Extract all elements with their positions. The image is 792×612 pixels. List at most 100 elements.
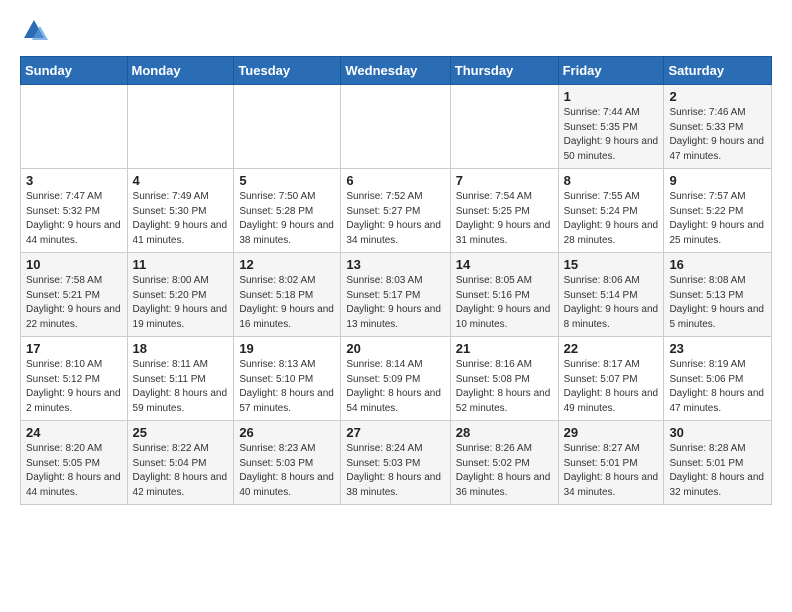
calendar-cell: 7 Sunrise: 7:54 AM Sunset: 5:25 PM Daylig… bbox=[450, 169, 558, 253]
weekday-header-saturday: Saturday bbox=[664, 57, 772, 85]
day-info: Sunrise: 8:10 AM Sunset: 5:12 PM Dayligh… bbox=[26, 358, 122, 416]
weekday-header-sunday: Sunday bbox=[21, 57, 128, 85]
day-number: 28 bbox=[456, 425, 553, 440]
day-number: 22 bbox=[564, 341, 659, 356]
day-number: 7 bbox=[456, 173, 553, 188]
day-number: 8 bbox=[564, 173, 659, 188]
day-info: Sunrise: 7:58 AM Sunset: 5:21 PM Dayligh… bbox=[26, 274, 122, 332]
day-number: 23 bbox=[669, 341, 766, 356]
day-info: Sunrise: 8:13 AM Sunset: 5:10 PM Dayligh… bbox=[239, 358, 335, 416]
calendar-cell bbox=[21, 85, 128, 169]
day-info: Sunrise: 8:00 AM Sunset: 5:20 PM Dayligh… bbox=[133, 274, 229, 332]
day-number: 5 bbox=[239, 173, 335, 188]
day-number: 18 bbox=[133, 341, 229, 356]
day-number: 12 bbox=[239, 257, 335, 272]
day-info: Sunrise: 8:26 AM Sunset: 5:02 PM Dayligh… bbox=[456, 442, 553, 500]
weekday-header-tuesday: Tuesday bbox=[234, 57, 341, 85]
day-number: 14 bbox=[456, 257, 553, 272]
day-number: 25 bbox=[133, 425, 229, 440]
calendar-cell: 4 Sunrise: 7:49 AM Sunset: 5:30 PM Daylig… bbox=[127, 169, 234, 253]
day-number: 29 bbox=[564, 425, 659, 440]
day-number: 30 bbox=[669, 425, 766, 440]
calendar-week-4: 17 Sunrise: 8:10 AM Sunset: 5:12 PM Dayli… bbox=[21, 337, 772, 421]
calendar-week-2: 3 Sunrise: 7:47 AM Sunset: 5:32 PM Daylig… bbox=[21, 169, 772, 253]
calendar-cell: 11 Sunrise: 8:00 AM Sunset: 5:20 PM Dayli… bbox=[127, 253, 234, 337]
day-number: 13 bbox=[346, 257, 444, 272]
logo-icon bbox=[20, 16, 48, 44]
day-number: 10 bbox=[26, 257, 122, 272]
day-info: Sunrise: 8:17 AM Sunset: 5:07 PM Dayligh… bbox=[564, 358, 659, 416]
day-info: Sunrise: 8:14 AM Sunset: 5:09 PM Dayligh… bbox=[346, 358, 444, 416]
day-info: Sunrise: 7:55 AM Sunset: 5:24 PM Dayligh… bbox=[564, 190, 659, 248]
day-info: Sunrise: 8:05 AM Sunset: 5:16 PM Dayligh… bbox=[456, 274, 553, 332]
day-info: Sunrise: 8:19 AM Sunset: 5:06 PM Dayligh… bbox=[669, 358, 766, 416]
calendar-cell: 28 Sunrise: 8:26 AM Sunset: 5:02 PM Dayli… bbox=[450, 421, 558, 505]
calendar-week-1: 1 Sunrise: 7:44 AM Sunset: 5:35 PM Daylig… bbox=[21, 85, 772, 169]
day-number: 17 bbox=[26, 341, 122, 356]
weekday-header-thursday: Thursday bbox=[450, 57, 558, 85]
calendar-cell: 23 Sunrise: 8:19 AM Sunset: 5:06 PM Dayli… bbox=[664, 337, 772, 421]
day-info: Sunrise: 7:47 AM Sunset: 5:32 PM Dayligh… bbox=[26, 190, 122, 248]
day-number: 6 bbox=[346, 173, 444, 188]
day-info: Sunrise: 7:46 AM Sunset: 5:33 PM Dayligh… bbox=[669, 106, 766, 164]
logo bbox=[20, 16, 52, 44]
calendar-cell: 16Sunrise: 8:08 AM Sunset: 5:13 PM Dayli… bbox=[664, 253, 772, 337]
day-number: 11 bbox=[133, 257, 229, 272]
calendar-cell: 9Sunrise: 7:57 AM Sunset: 5:22 PM Daylig… bbox=[664, 169, 772, 253]
day-number: 4 bbox=[133, 173, 229, 188]
calendar-cell bbox=[127, 85, 234, 169]
day-info: Sunrise: 7:54 AM Sunset: 5:25 PM Dayligh… bbox=[456, 190, 553, 248]
calendar-cell: 14 Sunrise: 8:05 AM Sunset: 5:16 PM Dayli… bbox=[450, 253, 558, 337]
day-number: 20 bbox=[346, 341, 444, 356]
calendar-cell: 3 Sunrise: 7:47 AM Sunset: 5:32 PM Daylig… bbox=[21, 169, 128, 253]
calendar-cell: 19 Sunrise: 8:13 AM Sunset: 5:10 PM Dayli… bbox=[234, 337, 341, 421]
calendar-cell: 24 Sunrise: 8:20 AM Sunset: 5:05 PM Dayli… bbox=[21, 421, 128, 505]
calendar-cell: 13Sunrise: 8:03 AM Sunset: 5:17 PM Dayli… bbox=[341, 253, 450, 337]
day-info: Sunrise: 8:06 AM Sunset: 5:14 PM Dayligh… bbox=[564, 274, 659, 332]
day-info: Sunrise: 8:20 AM Sunset: 5:05 PM Dayligh… bbox=[26, 442, 122, 500]
day-info: Sunrise: 7:50 AM Sunset: 5:28 PM Dayligh… bbox=[239, 190, 335, 248]
day-number: 19 bbox=[239, 341, 335, 356]
calendar-cell: 5 Sunrise: 7:50 AM Sunset: 5:28 PM Daylig… bbox=[234, 169, 341, 253]
calendar-cell bbox=[341, 85, 450, 169]
calendar-cell: 25Sunrise: 8:22 AM Sunset: 5:04 PM Dayli… bbox=[127, 421, 234, 505]
calendar-cell: 12Sunrise: 8:02 AM Sunset: 5:18 PM Dayli… bbox=[234, 253, 341, 337]
day-number: 9 bbox=[669, 173, 766, 188]
day-info: Sunrise: 8:27 AM Sunset: 5:01 PM Dayligh… bbox=[564, 442, 659, 500]
calendar-cell: 29 Sunrise: 8:27 AM Sunset: 5:01 PM Dayli… bbox=[558, 421, 664, 505]
calendar-cell bbox=[450, 85, 558, 169]
day-info: Sunrise: 7:44 AM Sunset: 5:35 PM Dayligh… bbox=[564, 106, 659, 164]
day-info: Sunrise: 7:49 AM Sunset: 5:30 PM Dayligh… bbox=[133, 190, 229, 248]
day-number: 21 bbox=[456, 341, 553, 356]
weekday-header-wednesday: Wednesday bbox=[341, 57, 450, 85]
day-info: Sunrise: 8:11 AM Sunset: 5:11 PM Dayligh… bbox=[133, 358, 229, 416]
day-number: 24 bbox=[26, 425, 122, 440]
calendar-cell bbox=[234, 85, 341, 169]
calendar-cell: 1 Sunrise: 7:44 AM Sunset: 5:35 PM Daylig… bbox=[558, 85, 664, 169]
calendar-cell: 20 Sunrise: 8:14 AM Sunset: 5:09 PM Dayli… bbox=[341, 337, 450, 421]
day-number: 16 bbox=[669, 257, 766, 272]
day-number: 15 bbox=[564, 257, 659, 272]
calendar-cell: 17 Sunrise: 8:10 AM Sunset: 5:12 PM Dayli… bbox=[21, 337, 128, 421]
day-number: 1 bbox=[564, 89, 659, 104]
header bbox=[20, 16, 772, 44]
page: SundayMondayTuesdayWednesdayThursdayFrid… bbox=[0, 0, 792, 521]
calendar-cell: 18 Sunrise: 8:11 AM Sunset: 5:11 PM Dayli… bbox=[127, 337, 234, 421]
day-info: Sunrise: 7:52 AM Sunset: 5:27 PM Dayligh… bbox=[346, 190, 444, 248]
day-info: Sunrise: 8:24 AM Sunset: 5:03 PM Dayligh… bbox=[346, 442, 444, 500]
day-info: Sunrise: 8:23 AM Sunset: 5:03 PM Dayligh… bbox=[239, 442, 335, 500]
day-number: 3 bbox=[26, 173, 122, 188]
weekday-header-row: SundayMondayTuesdayWednesdayThursdayFrid… bbox=[21, 57, 772, 85]
day-number: 26 bbox=[239, 425, 335, 440]
calendar-week-3: 10 Sunrise: 7:58 AM Sunset: 5:21 PM Dayli… bbox=[21, 253, 772, 337]
calendar-cell: 22 Sunrise: 8:17 AM Sunset: 5:07 PM Dayli… bbox=[558, 337, 664, 421]
calendar-header: SundayMondayTuesdayWednesdayThursdayFrid… bbox=[21, 57, 772, 85]
day-number: 2 bbox=[669, 89, 766, 104]
weekday-header-monday: Monday bbox=[127, 57, 234, 85]
calendar-cell: 27Sunrise: 8:24 AM Sunset: 5:03 PM Dayli… bbox=[341, 421, 450, 505]
calendar-week-5: 24 Sunrise: 8:20 AM Sunset: 5:05 PM Dayli… bbox=[21, 421, 772, 505]
calendar-cell: 10 Sunrise: 7:58 AM Sunset: 5:21 PM Dayli… bbox=[21, 253, 128, 337]
calendar: SundayMondayTuesdayWednesdayThursdayFrid… bbox=[20, 56, 772, 505]
weekday-header-friday: Friday bbox=[558, 57, 664, 85]
calendar-cell: 30Sunrise: 8:28 AM Sunset: 5:01 PM Dayli… bbox=[664, 421, 772, 505]
